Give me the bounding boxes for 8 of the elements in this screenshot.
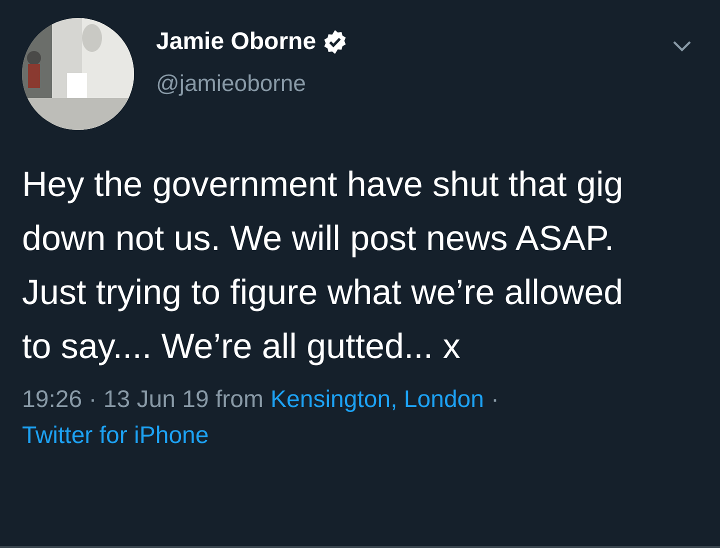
source-link[interactable]: Twitter for iPhone	[22, 422, 209, 450]
author-name: Jamie Oborne	[156, 28, 316, 56]
timestamp: 19:26 · 13 Jun 19 from	[22, 386, 264, 414]
caret-icon[interactable]	[672, 40, 692, 52]
location-link[interactable]: Kensington, London	[270, 386, 484, 414]
tweet-text: Hey the government have shut that gig down not us. We will post news ASAP. Just trying to figure what we’re allowed to say.... We’re all gutted... x	[22, 164, 624, 368]
separator: ·	[491, 386, 499, 414]
author-handle: @jamieoborne	[156, 70, 306, 97]
